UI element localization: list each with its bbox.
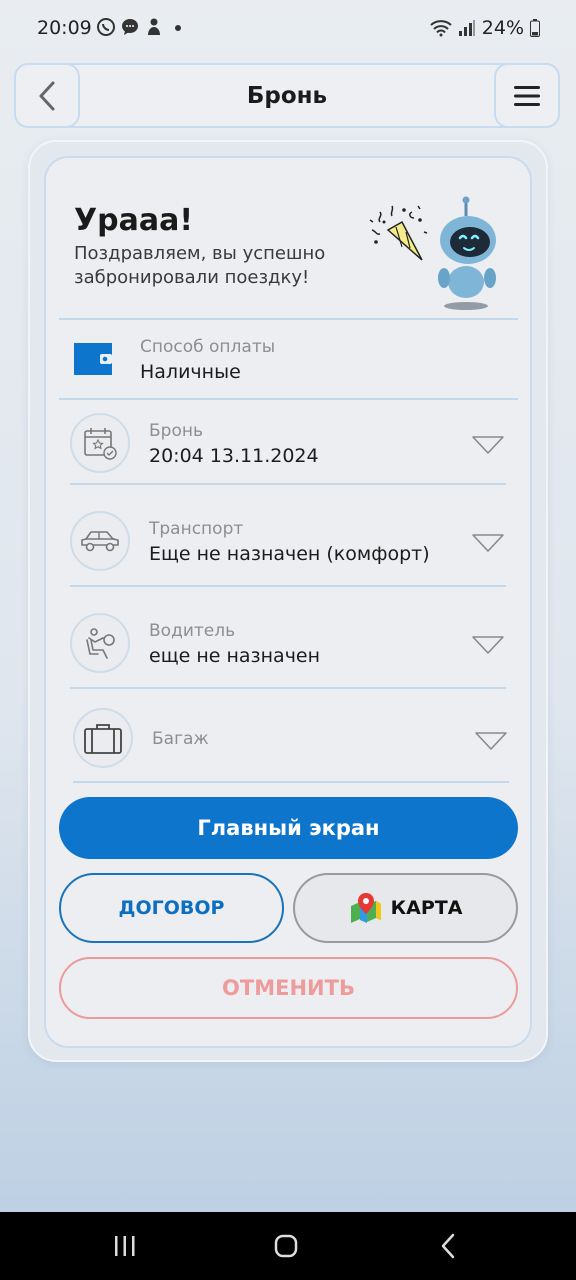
battery-icon: [530, 19, 540, 37]
driver-icon-circle: [70, 613, 130, 673]
luggage-label: Багаж: [152, 729, 209, 749]
back-nav-button[interactable]: [428, 1232, 468, 1260]
transport-value: Еще не назначен (комфорт): [149, 543, 430, 565]
calendar-icon: [84, 428, 117, 460]
chevron-down-icon[interactable]: [474, 731, 508, 751]
battery-percent: 24%: [481, 17, 524, 39]
top-header: Бронь: [14, 63, 560, 128]
success-message: Поздравляем, вы успешно забронировали по…: [74, 243, 326, 288]
person-icon: [148, 18, 160, 35]
status-bar: 20:09 24%: [0, 0, 576, 56]
divider: [59, 318, 518, 320]
signal-icon: [458, 20, 475, 36]
home-icon: [274, 1234, 298, 1258]
contract-button[interactable]: ДОГОВОР: [59, 873, 284, 943]
divider: [70, 585, 506, 587]
chat-icon: [122, 19, 138, 35]
driver-value: еще не назначен: [149, 645, 321, 667]
divider: [70, 687, 506, 689]
suitcase-icon: [84, 724, 122, 754]
payment-method-label: Способ оплаты: [140, 337, 276, 357]
transport-label: Транспорт: [149, 519, 244, 539]
viber-icon: [97, 18, 115, 36]
hamburger-menu-icon: [514, 85, 540, 106]
driver-label: Водитель: [149, 621, 236, 641]
chevron-down-icon[interactable]: [471, 533, 505, 553]
status-notifications: [96, 17, 188, 37]
payment-method-value: Наличные: [140, 361, 241, 383]
luggage-icon-circle: [73, 708, 133, 768]
back-arrow-icon: [441, 1233, 455, 1259]
recents-icon: [115, 1236, 135, 1256]
transport-icon-circle: [70, 511, 130, 571]
divider: [70, 483, 506, 485]
divider: [59, 398, 518, 400]
confetti-icon: [369, 205, 428, 261]
page-title: Бронь: [246, 83, 328, 109]
divider: [73, 781, 509, 783]
map-button[interactable]: КАРТА: [293, 873, 518, 943]
map-pin-icon: [350, 893, 381, 923]
main-screen-button[interactable]: Главный экран: [59, 797, 518, 859]
chevron-down-icon[interactable]: [471, 635, 505, 655]
home-button[interactable]: [266, 1232, 306, 1260]
wifi-icon: [430, 20, 452, 37]
success-title: Урааа!: [74, 203, 194, 238]
recents-button[interactable]: [105, 1232, 145, 1260]
system-nav-bar: [0, 1212, 576, 1280]
wallet-icon: [74, 343, 112, 375]
robot-mascot-icon: [438, 196, 496, 310]
cancel-button[interactable]: ОТМЕНИТЬ: [59, 957, 518, 1019]
status-time: 20:09: [37, 17, 92, 39]
booking-time-icon-circle: [70, 413, 130, 473]
driver-seat-icon: [86, 628, 115, 659]
chevron-down-icon[interactable]: [471, 435, 505, 455]
booking-time-value: 20:04 13.11.2024: [149, 445, 319, 467]
map-button-label: КАРТА: [390, 897, 463, 919]
car-icon: [81, 531, 119, 552]
booking-time-label: Бронь: [149, 421, 203, 441]
status-right: 24%: [430, 17, 540, 39]
dot-icon: [175, 25, 181, 31]
menu-button[interactable]: [494, 63, 560, 128]
